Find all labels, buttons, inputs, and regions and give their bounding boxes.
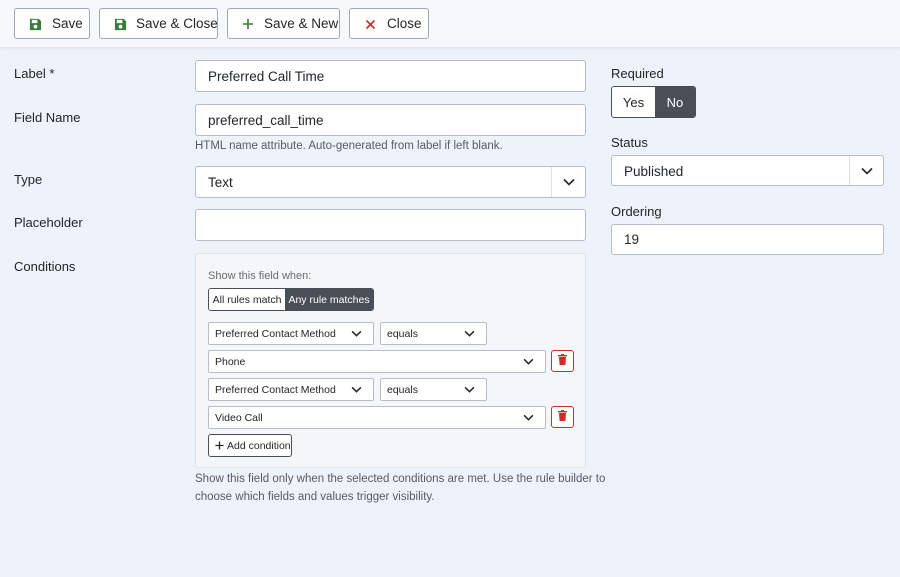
any-rule-matches-option[interactable]: Any rule matches xyxy=(285,289,373,310)
chevron-down-icon xyxy=(452,379,486,400)
type-label: Type xyxy=(14,172,43,187)
placeholder-label: Placeholder xyxy=(14,215,83,230)
save-and-new-button[interactable]: Save & New xyxy=(227,8,340,39)
rule-2-value-select[interactable]: Video Call xyxy=(208,406,546,429)
chevron-down-icon xyxy=(511,351,545,372)
conditions-hint-line-2: choose which fields and values trigger v… xyxy=(195,491,435,503)
save-button-label: Save xyxy=(52,16,83,31)
trash-icon xyxy=(558,408,567,426)
rule-1-field-value: Preferred Contact Method xyxy=(215,328,336,340)
rule-1-operator-select[interactable]: equals xyxy=(380,322,487,345)
close-button-label: Close xyxy=(387,16,422,31)
conditions-label: Conditions xyxy=(14,259,76,274)
rule-1-operator-value: equals xyxy=(387,328,418,340)
chevron-down-icon xyxy=(511,407,545,428)
plus-icon xyxy=(215,441,224,450)
field-name-input[interactable]: preferred_call_time xyxy=(195,104,586,136)
ordering-label: Ordering xyxy=(611,204,662,219)
match-mode-toggle: All rules match Any rule matches xyxy=(208,288,374,311)
show-when-text: Show this field when: xyxy=(208,270,312,282)
chevron-down-icon xyxy=(339,379,373,400)
ordering-input[interactable]: 19 xyxy=(611,224,884,255)
status-label: Status xyxy=(611,135,648,150)
plus-icon xyxy=(241,17,255,31)
rule-2-value: Video Call xyxy=(215,412,263,424)
label-field-label: Label * xyxy=(14,66,55,81)
floppy-disk-icon xyxy=(113,17,127,31)
save-button[interactable]: Save xyxy=(14,8,90,39)
save-and-close-label: Save & Close xyxy=(136,16,218,31)
all-rules-match-option[interactable]: All rules match xyxy=(209,289,286,310)
chevron-down-icon xyxy=(551,167,585,197)
required-label: Required xyxy=(611,66,664,81)
chevron-down-icon xyxy=(452,323,486,344)
conditions-builder: Show this field when: All rules match An… xyxy=(195,253,586,468)
type-select[interactable]: Text xyxy=(195,166,586,198)
add-condition-label: Add condition xyxy=(227,439,291,452)
close-button[interactable]: Close xyxy=(349,8,429,39)
rule-1-delete-button[interactable] xyxy=(551,350,574,372)
field-name-hint: HTML name attribute. Auto-generated from… xyxy=(195,140,503,152)
status-select[interactable]: Published xyxy=(611,155,884,186)
rule-2-operator-select[interactable]: equals xyxy=(380,378,487,401)
rule-2-field-value: Preferred Contact Method xyxy=(215,384,336,396)
rule-1-value: Phone xyxy=(215,356,246,368)
placeholder-input[interactable] xyxy=(195,209,586,241)
chevron-down-icon xyxy=(339,323,373,344)
add-condition-button[interactable]: Add condition xyxy=(208,434,292,457)
field-name-label: Field Name xyxy=(14,110,81,125)
rule-2-field-select[interactable]: Preferred Contact Method xyxy=(208,378,374,401)
save-and-close-button[interactable]: Save & Close xyxy=(99,8,218,39)
required-yes-option[interactable]: Yes xyxy=(612,87,655,117)
trash-icon xyxy=(558,352,567,370)
rule-2-delete-button[interactable] xyxy=(551,406,574,428)
label-input[interactable]: Preferred Call Time xyxy=(195,60,586,92)
chevron-down-icon xyxy=(849,156,883,185)
rule-1-value-select[interactable]: Phone xyxy=(208,350,546,373)
required-no-option[interactable]: No xyxy=(654,87,695,117)
floppy-disk-icon xyxy=(28,17,42,31)
save-and-new-label: Save & New xyxy=(264,16,339,31)
type-select-value: Text xyxy=(208,175,233,190)
rule-2-operator-value: equals xyxy=(387,384,418,396)
conditions-hint-line-1: Show this field only when the selected c… xyxy=(195,473,606,485)
status-select-value: Published xyxy=(624,164,684,179)
toolbar: Save Save & Close Save & New Close xyxy=(0,0,900,48)
close-icon xyxy=(363,17,377,31)
required-toggle: Yes No xyxy=(611,86,696,118)
rule-1-field-select[interactable]: Preferred Contact Method xyxy=(208,322,374,345)
